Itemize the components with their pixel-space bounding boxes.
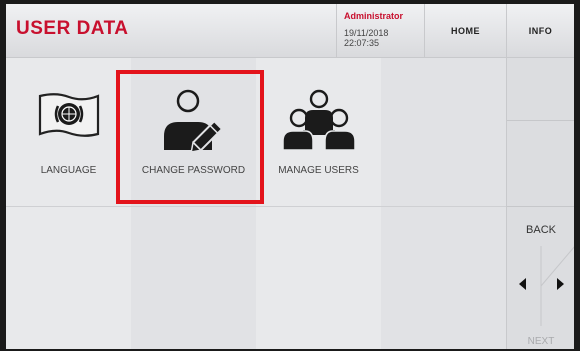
header-time: 22:07:35	[344, 38, 380, 48]
grid-column	[381, 58, 506, 349]
manage-users-label: MANAGE USERS	[278, 165, 359, 176]
next-arrow-icon[interactable]	[557, 278, 564, 290]
language-label: LANGUAGE	[40, 165, 97, 176]
back-button[interactable]: BACK	[507, 224, 574, 236]
page-title: USER DATA	[16, 18, 129, 39]
header-bar: USER DATA Administrator 19/11/2018 22:07…	[6, 4, 574, 58]
selection-highlight-box	[116, 70, 264, 204]
language-tile[interactable]: LANGUAGE	[6, 58, 131, 206]
users-group-icon	[281, 89, 356, 151]
side-divider	[507, 206, 574, 207]
next-button[interactable]: NEXT	[507, 336, 574, 347]
header-date: 19/11/2018	[344, 28, 389, 38]
home-button[interactable]: HOME	[425, 4, 506, 57]
grid-row-divider	[6, 206, 506, 207]
screen: USER DATA Administrator 19/11/2018 22:07…	[6, 4, 574, 349]
side-divider	[507, 120, 574, 121]
manage-users-tile[interactable]: MANAGE USERS	[256, 58, 381, 206]
previous-arrow-icon[interactable]	[519, 278, 526, 290]
header-divider	[336, 4, 337, 57]
side-nav-panel: BACK NEXT	[506, 58, 574, 349]
language-flag-icon	[38, 93, 99, 137]
user-role: Administrator	[344, 11, 404, 21]
info-button[interactable]: INFO	[507, 4, 574, 57]
